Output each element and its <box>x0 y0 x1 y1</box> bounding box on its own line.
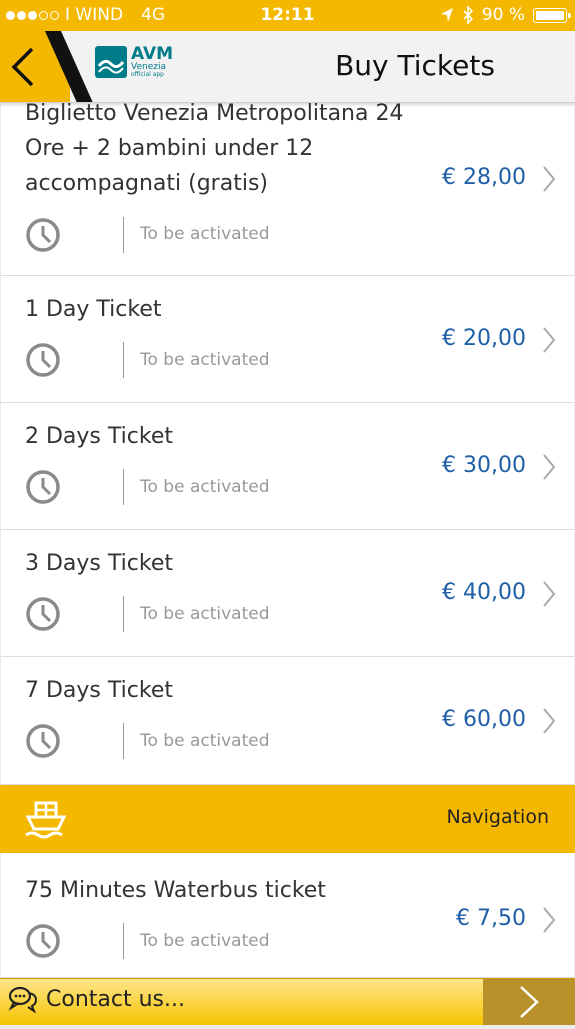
ticket-item-1-day[interactable]: 1 Day Ticket To be activated € 20,00 <box>1 276 574 403</box>
ticket-name: 7 Days Ticket <box>25 678 173 703</box>
ticket-name: Biglietto Venezia Metropolitana 24 Ore +… <box>25 101 404 196</box>
chevron-right-icon <box>543 454 556 480</box>
chevron-right-icon <box>543 327 556 353</box>
separator <box>123 596 124 632</box>
boat-icon <box>25 801 67 839</box>
ticket-name: 3 Days Ticket <box>25 551 173 576</box>
clock-icon <box>26 470 60 504</box>
ticket-status: To be activated <box>140 931 270 951</box>
separator <box>123 723 124 759</box>
avm-logo-mark <box>95 46 127 78</box>
ticket-status: To be activated <box>140 477 270 497</box>
separator <box>123 342 124 378</box>
ticket-status: To be activated <box>140 604 270 624</box>
location-arrow-icon <box>440 8 453 22</box>
chevron-right-icon <box>520 986 539 1018</box>
chevron-right-icon <box>543 166 556 192</box>
back-button[interactable] <box>6 45 38 89</box>
ticket-status: To be activated <box>140 224 270 244</box>
ticket-price: € 28,00 <box>442 165 526 190</box>
logo-tagline: official app <box>131 71 164 78</box>
chat-bubbles-icon <box>8 986 38 1013</box>
clock-icon <box>26 724 60 758</box>
separator <box>123 923 124 959</box>
ticket-item-24h-metropolitana[interactable]: Biglietto Venezia Metropolitana 24 Ore +… <box>1 101 574 276</box>
ticket-list: Biglietto Venezia Metropolitana 24 Ore +… <box>0 101 575 785</box>
navigation-ticket-list: 75 Minutes Waterbus ticket To be activat… <box>0 853 575 978</box>
clock-icon <box>26 218 60 252</box>
avm-logo: AVM Venezia official app <box>95 46 173 78</box>
ticket-status: To be activated <box>140 731 270 751</box>
bluetooth-icon <box>463 6 473 24</box>
section-label: Navigation <box>446 806 549 828</box>
ticket-price: € 20,00 <box>442 326 526 351</box>
chevron-right-icon <box>543 907 556 933</box>
next-button[interactable] <box>483 979 575 1025</box>
ticket-status: To be activated <box>140 350 270 370</box>
ticket-price: € 40,00 <box>442 580 526 605</box>
battery-percent: 90 % <box>481 5 525 25</box>
ticket-name: 75 Minutes Waterbus ticket <box>25 878 326 903</box>
bottom-bar: Contact us... <box>0 978 575 1025</box>
contact-us-label: Contact us... <box>46 986 185 1012</box>
ticket-price: € 60,00 <box>442 707 526 732</box>
ticket-name: 1 Day Ticket <box>25 297 162 322</box>
ticket-item-75-minutes[interactable]: 75 Minutes Waterbus ticket To be activat… <box>1 853 574 978</box>
ticket-name: 2 Days Ticket <box>25 424 173 449</box>
ticket-price: € 30,00 <box>442 453 526 478</box>
ticket-item-7-days[interactable]: 7 Days Ticket To be activated € 60,00 <box>1 657 574 785</box>
section-header-navigation: Navigation <box>0 785 575 853</box>
clock-icon <box>26 343 60 377</box>
chevron-right-icon <box>543 581 556 607</box>
contact-us-button[interactable]: Contact us... <box>8 985 185 1013</box>
ticket-price: € 7,50 <box>456 906 526 931</box>
clock-icon <box>26 924 60 958</box>
ticket-item-2-days[interactable]: 2 Days Ticket To be activated € 30,00 <box>1 403 574 530</box>
chevron-right-icon <box>543 708 556 734</box>
status-bar: I WIND 4G 12:11 90 % <box>0 0 575 31</box>
logo-brand: AVM <box>131 44 174 64</box>
battery-icon <box>533 7 571 23</box>
header: AVM Venezia official app Buy Tickets <box>0 31 575 103</box>
clock-icon <box>26 597 60 631</box>
status-right: 90 % <box>440 5 571 25</box>
ticket-item-3-days[interactable]: 3 Days Ticket To be activated € 40,00 <box>1 530 574 657</box>
page-title: Buy Tickets <box>335 49 495 82</box>
separator <box>123 217 124 253</box>
separator <box>123 469 124 505</box>
chevron-left-icon <box>11 47 34 87</box>
